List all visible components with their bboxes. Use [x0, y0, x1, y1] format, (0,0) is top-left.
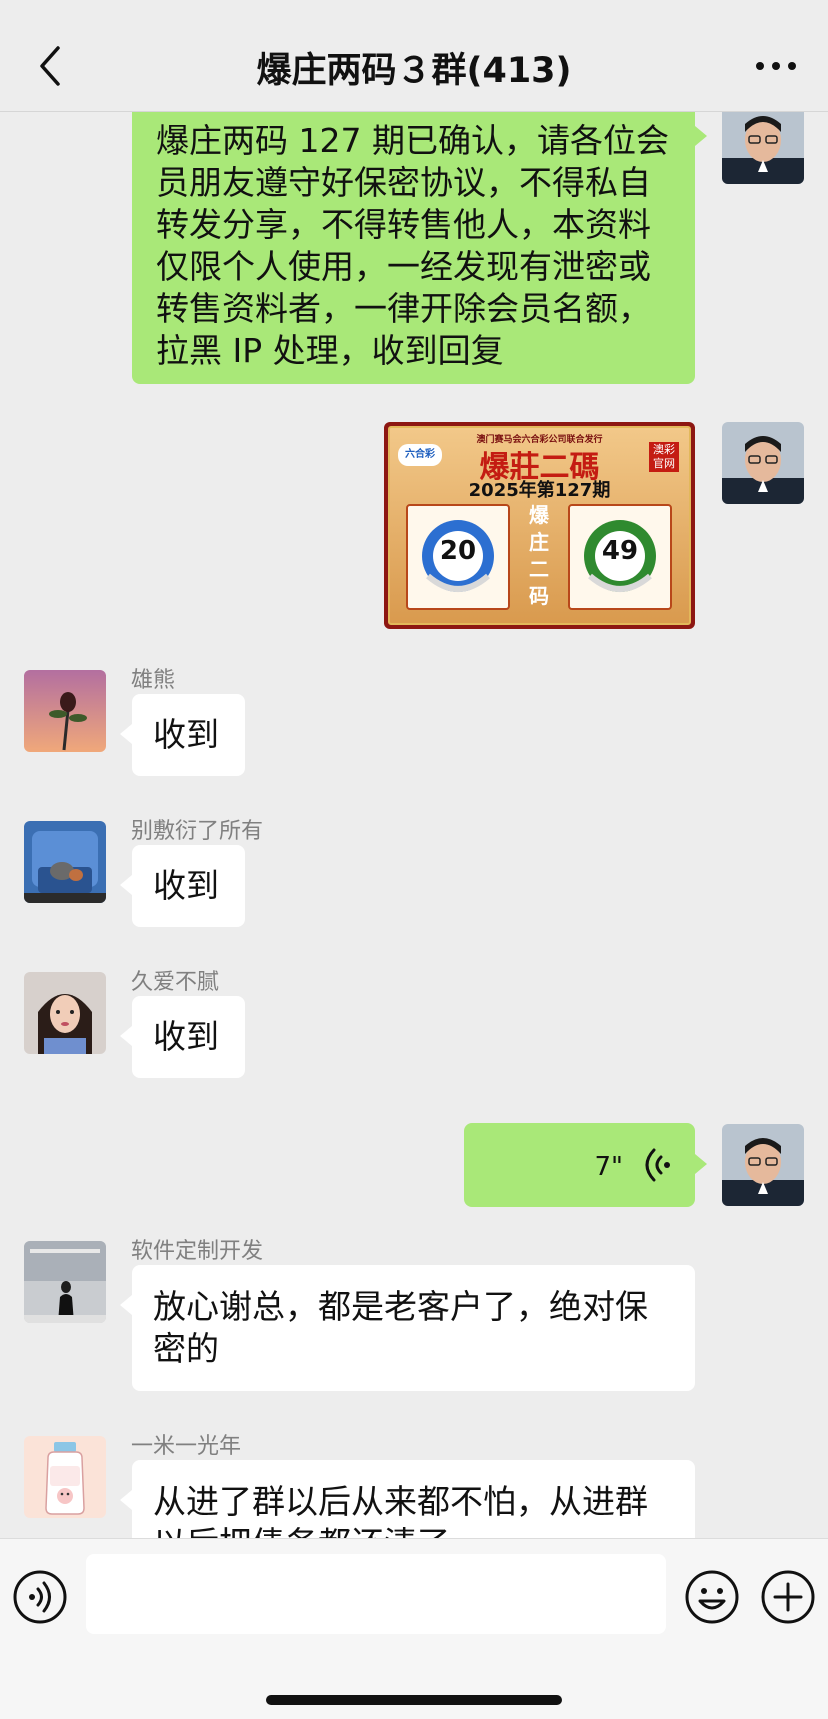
message-bubble[interactable]: 从进了群以后从来都不怕，从进群 以后把债务都还清了 [132, 1460, 695, 1538]
member-avatar[interactable] [24, 1436, 106, 1518]
sender-name: 久爱不腻 [131, 970, 220, 995]
person-photo-icon [722, 1124, 804, 1206]
person-photo-icon [722, 422, 804, 504]
message-line: 爆庄两码 127 期已确认，请各位会 [156, 121, 669, 160]
message-line: 仅限个人使用，一经发现有泄密或 [156, 247, 651, 286]
sender-name: 软件定制开发 [131, 1239, 264, 1264]
message-line: 放心谢总，都是老客户了，绝对保 [153, 1287, 648, 1326]
bottle-illustration-icon [24, 1436, 106, 1518]
my-avatar[interactable] [722, 1124, 804, 1206]
emoji-button[interactable] [684, 1569, 740, 1625]
plus-icon [761, 1570, 815, 1624]
message-line: 以后把债务都还清了 [153, 1523, 675, 1538]
member-avatar[interactable] [24, 821, 106, 903]
lottery-poster-image[interactable]: 澳门赛马会六合彩公司联合发行 六合彩 爆莊二碼 澳彩官网 2025年第127期 … [384, 422, 695, 629]
voice-duration: 7" [594, 1152, 623, 1182]
message-bubble[interactable]: 收到 [132, 845, 245, 927]
chat-title: 爆庄两码３群(413) [256, 51, 572, 91]
bubble-tail [120, 1490, 132, 1510]
emoji-icon [685, 1570, 739, 1624]
person-photo-icon [722, 112, 804, 184]
bubble-tail [695, 126, 707, 146]
voice-input-icon [13, 1570, 67, 1624]
message-line: 从进了群以后从来都不怕，从进群 [153, 1482, 648, 1521]
message-line: 转售资料者，一律开除会员名额， [156, 289, 651, 328]
bubble-tail [120, 1026, 132, 1046]
poster-middle-text: 爆庄二码 [529, 503, 549, 608]
lottery-number-1: 20 [439, 536, 477, 566]
message-bubble[interactable]: 放心谢总，都是老客户了，绝对保 密的 [132, 1265, 695, 1391]
cartoon-photo-icon [24, 821, 106, 903]
number-card-left: 20 [406, 504, 510, 610]
voice-message-bubble[interactable]: 7" [464, 1123, 695, 1207]
message-text: 收到 [153, 1017, 219, 1056]
my-avatar[interactable] [722, 112, 804, 184]
number-card-right: 49 [568, 504, 672, 610]
flower-photo-icon [24, 670, 106, 752]
message-bubble-announcement[interactable]: 爆庄两码 127 期已确认，请各位会 员朋友遵守好保密协议，不得私自 转发分享，… [132, 112, 695, 384]
message-text: 收到 [153, 866, 219, 905]
message-line: 密的 [153, 1329, 219, 1368]
bubble-tail [120, 724, 132, 744]
message-bubble[interactable]: 收到 [132, 996, 245, 1078]
my-avatar[interactable] [722, 422, 804, 504]
bubble-tail [695, 1154, 707, 1174]
message-text: 收到 [153, 715, 219, 754]
portrait-photo-icon [24, 972, 106, 1054]
message-line: 转发分享，不得转售他人，本资料 [156, 205, 651, 244]
input-toolbar [0, 1538, 828, 1719]
voice-wave-icon [645, 1148, 670, 1182]
more-actions-button[interactable] [760, 1569, 816, 1625]
more-button[interactable] [750, 44, 806, 84]
lottery-number-2: 49 [601, 536, 639, 566]
sender-name: 雄熊 [131, 668, 176, 693]
message-bubble[interactable]: 收到 [132, 694, 245, 776]
member-avatar[interactable] [24, 1241, 106, 1323]
voice-input-button[interactable] [12, 1569, 68, 1625]
street-photo-icon [24, 1241, 106, 1323]
sender-name: 一米一光年 [131, 1434, 242, 1459]
bubble-tail [120, 875, 132, 895]
poster-period: 2025年第127期 [468, 480, 611, 501]
sender-name: 别敷衍了所有 [131, 819, 264, 844]
poster-badge: 澳彩官网 [649, 442, 679, 472]
member-avatar[interactable] [24, 670, 106, 752]
home-indicator[interactable] [266, 1695, 562, 1705]
message-line: 拉黑 IP 处理，收到回复 [156, 331, 504, 370]
bubble-tail [120, 1295, 132, 1315]
chat-header: 爆庄两码３群(413) [0, 0, 828, 112]
message-input[interactable] [86, 1554, 666, 1634]
ellipsis-icon [756, 62, 796, 70]
member-avatar[interactable] [24, 972, 106, 1054]
message-list[interactable]: 爆庄两码 127 期已确认，请各位会 员朋友遵守好保密协议，不得私自 转发分享，… [0, 112, 828, 1538]
message-line: 员朋友遵守好保密协议，不得私自 [156, 163, 651, 202]
